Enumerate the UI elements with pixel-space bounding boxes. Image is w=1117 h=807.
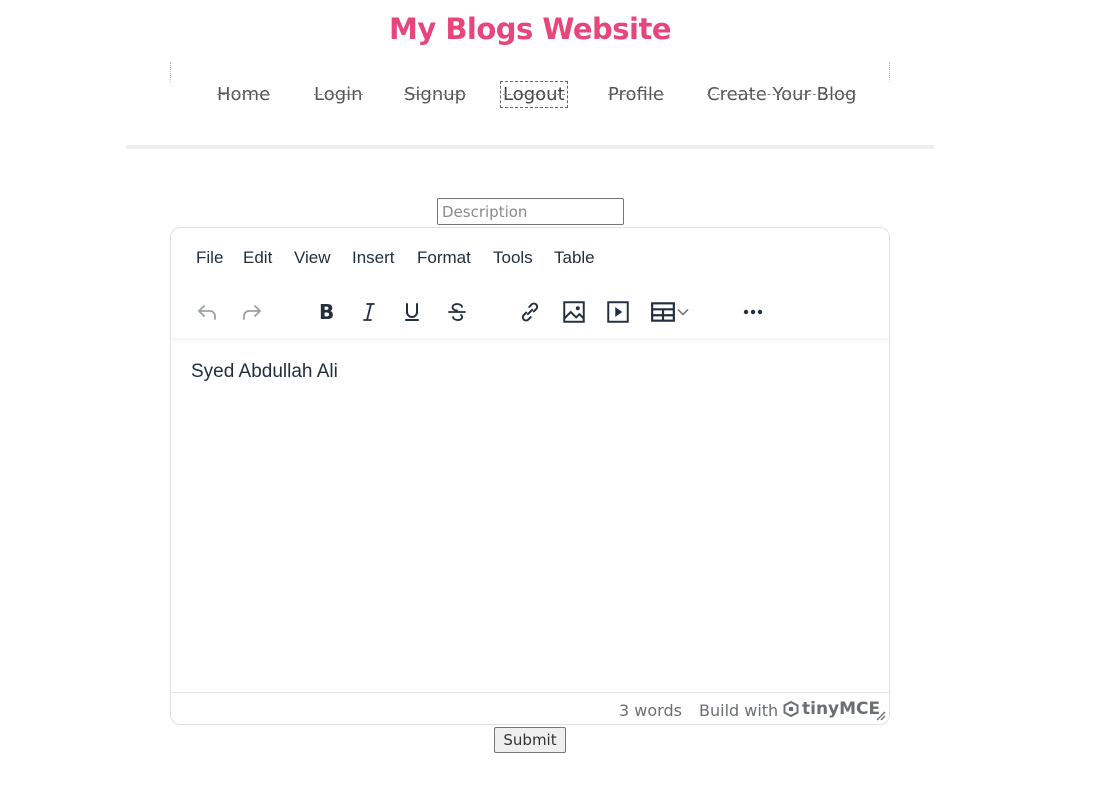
redo-button[interactable] [234,294,270,330]
image-button[interactable] [556,294,592,330]
menu-edit[interactable]: Edit [243,248,272,268]
word-count[interactable]: 3 words [619,701,682,720]
underline-button[interactable] [394,294,430,330]
strikethrough-icon [448,303,466,321]
nav-home[interactable]: Home [217,84,271,105]
editor-text[interactable]: Syed Abdullah Ali [191,361,338,383]
main-nav: Home Login Signup Logout Profile Create … [170,81,890,112]
bold-icon: B [319,300,334,324]
nav-create-blog[interactable]: Create Your Blog [707,84,857,105]
menu-table[interactable]: Table [554,248,595,268]
editor-statusbar: 3 words Build with tinyMCE [171,692,889,724]
header-artifact [170,62,890,82]
nav-login[interactable]: Login [314,84,363,105]
underline-icon [405,303,419,321]
rich-text-editor: File Edit View Insert Format Tools Table… [170,227,890,725]
table-dropdown-button[interactable] [643,294,697,330]
submit-button[interactable]: Submit [494,727,566,753]
tinymce-logo[interactable]: tinyMCE [783,699,880,719]
site-title: My Blogs Website [388,12,672,46]
editor-content[interactable]: Syed Abdullah Ali [171,339,889,693]
undo-icon [198,305,216,320]
strikethrough-button[interactable] [439,294,475,330]
link-button[interactable] [512,294,548,330]
menu-insert[interactable]: Insert [352,248,395,268]
nav-profile[interactable]: Profile [608,84,664,105]
menu-format[interactable]: Format [417,248,471,268]
undo-button[interactable] [189,294,225,330]
editor-menubar: File Edit View Insert Format Tools Table [171,228,889,288]
menu-view[interactable]: View [294,248,331,268]
nav-signup[interactable]: Signup [404,84,467,105]
editor-toolbar: B [171,288,889,338]
italic-icon [363,303,375,321]
media-button[interactable] [600,294,636,330]
media-icon [607,301,629,323]
more-button[interactable] [735,294,771,330]
table-icon [651,302,675,322]
chevron-down-icon [677,308,689,316]
resize-handle-icon[interactable] [874,709,886,721]
menu-tools[interactable]: Tools [493,248,533,268]
svg-text:B: B [319,300,334,324]
more-icon [743,309,763,315]
image-icon [563,301,585,323]
nav-logout[interactable]: Logout [500,81,568,108]
tinymce-logo-icon [783,701,799,717]
italic-button[interactable] [351,294,387,330]
redo-icon [243,305,261,320]
menu-file[interactable]: File [196,248,223,268]
bold-button[interactable]: B [308,294,344,330]
description-input[interactable] [437,198,624,225]
tinymce-brand: tinyMCE [802,699,881,719]
build-with-label: Build with [699,701,779,720]
link-icon [521,302,539,322]
page: My Blogs Website Home Login Signup Logou… [0,0,1117,807]
header-divider [126,145,934,149]
